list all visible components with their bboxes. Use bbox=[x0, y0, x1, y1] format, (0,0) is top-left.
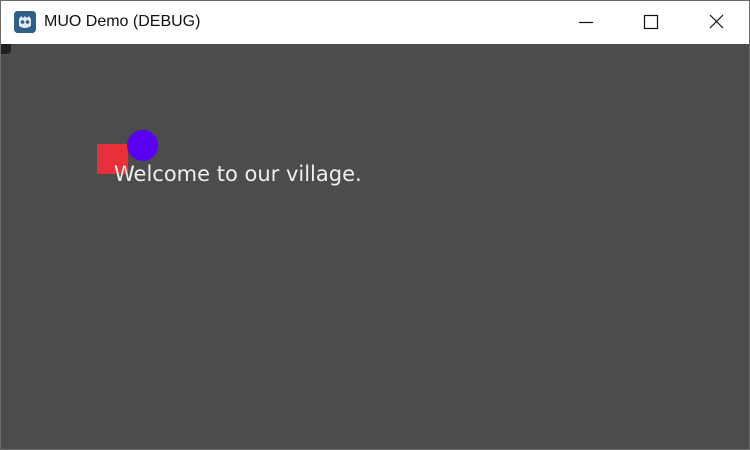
window-title: MUO Demo (DEBUG) bbox=[44, 13, 201, 30]
game-viewport[interactable]: Welcome to our village. bbox=[1, 44, 749, 449]
title-bar[interactable]: MUO Demo (DEBUG) bbox=[1, 1, 749, 44]
maximize-icon bbox=[643, 14, 659, 30]
blue-circle bbox=[127, 130, 158, 161]
app-window: MUO Demo (DEBUG) Welcome to our village. bbox=[0, 0, 750, 450]
godot-engine-icon bbox=[14, 11, 36, 33]
viewport-corner-marker bbox=[1, 44, 11, 54]
minimize-icon bbox=[579, 21, 593, 24]
welcome-label: Welcome to our village. bbox=[114, 162, 362, 186]
maximize-button[interactable] bbox=[619, 1, 683, 44]
minimize-button[interactable] bbox=[555, 1, 619, 44]
close-icon bbox=[709, 14, 724, 29]
close-button[interactable] bbox=[685, 1, 749, 44]
